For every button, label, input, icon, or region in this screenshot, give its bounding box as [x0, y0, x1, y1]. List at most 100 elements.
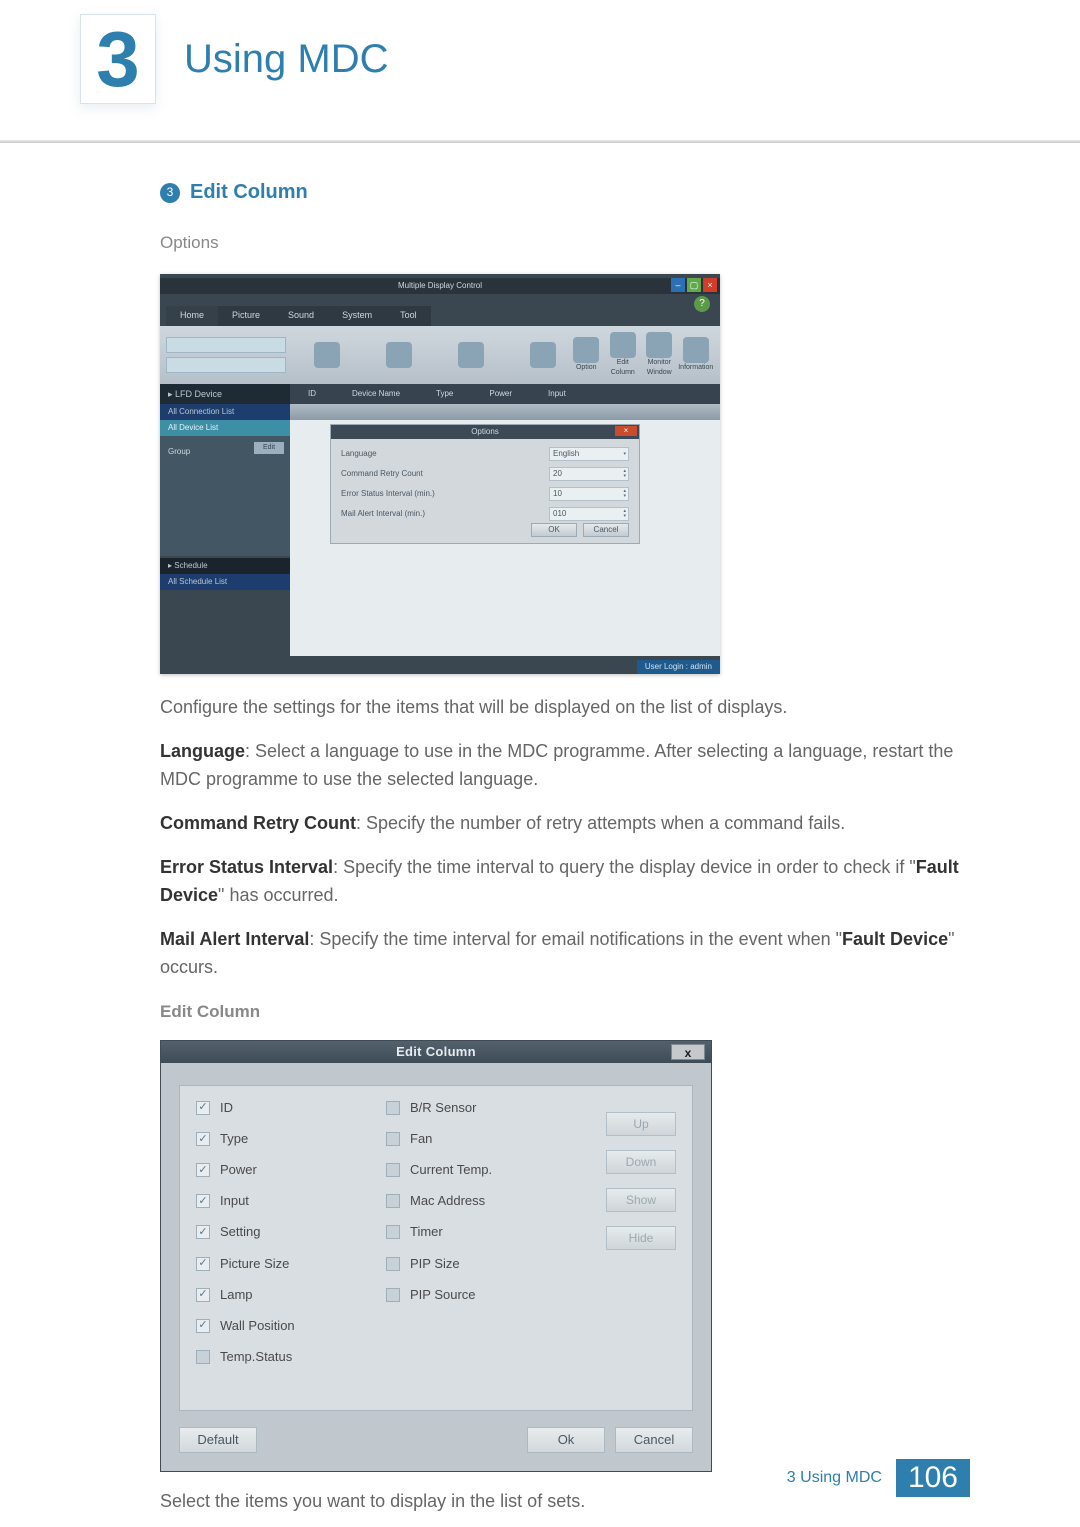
- app-window-title: Multiple Display Control: [160, 278, 720, 294]
- checkbox-icon[interactable]: ✓: [196, 1319, 210, 1333]
- maximize-button[interactable]: ▢: [687, 278, 701, 292]
- option-field-retry[interactable]: 20▴▾: [549, 467, 629, 481]
- help-icon[interactable]: ?: [694, 296, 710, 312]
- toolbar-icon-info[interactable]: [683, 337, 709, 363]
- checkbox-row[interactable]: ✓ Picture Size: [196, 1254, 386, 1274]
- checkbox-icon[interactable]: [386, 1132, 400, 1146]
- option-label-mail-interval: Mail Alert Interval (min.): [341, 508, 425, 520]
- checkbox-row[interactable]: Mac Address: [386, 1191, 576, 1211]
- edit-column-close-button[interactable]: x: [671, 1044, 705, 1060]
- checkbox-row[interactable]: B/R Sensor: [386, 1098, 576, 1118]
- toolbar-icon-1[interactable]: [314, 342, 340, 368]
- app-footer-login: User Login : admin: [637, 660, 720, 674]
- window-controls: – ▢ ×: [671, 278, 717, 292]
- toolbar-label-edit-column: Edit Column: [605, 358, 642, 380]
- toolbar-icons: [302, 342, 568, 368]
- sidebar-header-schedule[interactable]: ▸ Schedule: [160, 558, 290, 574]
- hide-button[interactable]: Hide: [606, 1226, 676, 1250]
- checkbox-icon[interactable]: [386, 1225, 400, 1239]
- section-title: Edit Column: [190, 177, 308, 208]
- checkbox-row[interactable]: PIP Size: [386, 1254, 576, 1274]
- option-value-error-interval: 10: [553, 488, 562, 500]
- sidebar-header-lfd[interactable]: ▸ LFD Device: [160, 384, 290, 404]
- checkbox-icon[interactable]: [386, 1163, 400, 1177]
- toolbar-icon-3[interactable]: [458, 342, 484, 368]
- checkbox-label: Timer: [410, 1222, 443, 1242]
- up-button[interactable]: Up: [606, 1112, 676, 1136]
- option-row-language: Language English▾: [341, 447, 629, 461]
- toolbar-icon-option[interactable]: [573, 337, 599, 363]
- options-dialog-close-button[interactable]: ×: [615, 426, 637, 436]
- menu-picture[interactable]: Picture: [218, 306, 274, 326]
- mid-tab-1[interactable]: [290, 404, 505, 420]
- option-field-mail-interval[interactable]: 010▴▾: [549, 507, 629, 521]
- ok-button[interactable]: Ok: [527, 1427, 605, 1453]
- checkbox-icon[interactable]: ✓: [196, 1101, 210, 1115]
- chapter-header: 3 Using MDC: [0, 0, 1080, 104]
- checkbox-icon[interactable]: [386, 1194, 400, 1208]
- checkbox-icon[interactable]: ✓: [196, 1257, 210, 1271]
- toolbar-select-top[interactable]: [166, 337, 286, 353]
- minimize-button[interactable]: –: [671, 278, 685, 292]
- down-button[interactable]: Down: [606, 1150, 676, 1174]
- checkbox-icon[interactable]: ✓: [196, 1225, 210, 1239]
- sidebar-item-all-connection[interactable]: All Connection List: [160, 404, 290, 420]
- options-cancel-button[interactable]: Cancel: [583, 523, 629, 537]
- checkbox-label: Picture Size: [220, 1254, 289, 1274]
- checkbox-row[interactable]: ✓Wall Position: [196, 1316, 386, 1336]
- mid-tab-2[interactable]: [505, 404, 720, 420]
- checkbox-label: Type: [220, 1129, 248, 1149]
- checkbox-label: PIP Source: [410, 1285, 476, 1305]
- checkbox-icon[interactable]: [386, 1288, 400, 1302]
- checkbox-label: Current Temp.: [410, 1160, 492, 1180]
- checkbox-row[interactable]: ✓ID: [196, 1098, 386, 1118]
- para-intro: Configure the settings for the items tha…: [160, 694, 974, 722]
- menu-system[interactable]: System: [328, 306, 386, 326]
- option-field-error-interval[interactable]: 10▴▾: [549, 487, 629, 501]
- th-type: Type: [418, 388, 471, 400]
- th-input: Input: [530, 388, 584, 400]
- checkbox-row[interactable]: Current Temp.: [386, 1160, 576, 1180]
- checkbox-row[interactable]: PIP Source: [386, 1285, 576, 1305]
- checkbox-icon[interactable]: ✓: [196, 1163, 210, 1177]
- page-footer: 3 Using MDC 106: [787, 1459, 970, 1497]
- option-value-language: English: [553, 448, 579, 460]
- checkbox-row[interactable]: Fan: [386, 1129, 576, 1149]
- menu-sound[interactable]: Sound: [274, 306, 328, 326]
- checkbox-row[interactable]: ✓Setting: [196, 1222, 386, 1242]
- toolbar-select-bottom[interactable]: [166, 357, 286, 373]
- checkbox-row[interactable]: ✓ Lamp: [196, 1285, 386, 1305]
- checkbox-row[interactable]: ✓ Type: [196, 1129, 386, 1149]
- option-value-retry: 20: [553, 468, 562, 480]
- toolbar-icon-2[interactable]: [386, 342, 412, 368]
- sidebar-group-edit-button[interactable]: Edit: [254, 442, 284, 454]
- menu-home[interactable]: Home: [166, 306, 218, 326]
- para-retry: Command Retry Count: Specify the number …: [160, 810, 974, 838]
- text-error-2: " has occurred.: [218, 885, 338, 905]
- sidebar-item-all-device[interactable]: All Device List: [160, 420, 290, 436]
- sidebar-item-all-schedule[interactable]: All Schedule List: [160, 574, 290, 590]
- checkbox-row[interactable]: Temp.Status: [196, 1347, 386, 1367]
- menu-tool[interactable]: Tool: [386, 306, 431, 326]
- checkbox-label: Lamp: [220, 1285, 253, 1305]
- checkbox-icon[interactable]: ✓: [196, 1288, 210, 1302]
- toolbar-icon-edit-column[interactable]: [610, 332, 636, 358]
- default-button[interactable]: Default: [179, 1427, 257, 1453]
- checkbox-row[interactable]: ✓Power: [196, 1160, 386, 1180]
- cancel-button[interactable]: Cancel: [615, 1427, 693, 1453]
- toolbar-icon-monitor[interactable]: [646, 332, 672, 358]
- options-ok-button[interactable]: OK: [531, 523, 577, 537]
- checkbox-icon[interactable]: [386, 1257, 400, 1271]
- show-button[interactable]: Show: [606, 1188, 676, 1212]
- checkbox-row[interactable]: ✓Input: [196, 1191, 386, 1211]
- option-field-language[interactable]: English▾: [549, 447, 629, 461]
- checkbox-icon[interactable]: ✓: [196, 1132, 210, 1146]
- close-button[interactable]: ×: [703, 278, 717, 292]
- checkbox-icon[interactable]: ✓: [196, 1194, 210, 1208]
- toolbar-icon-4[interactable]: [530, 342, 556, 368]
- checkbox-icon[interactable]: [386, 1101, 400, 1115]
- checkbox-icon[interactable]: [196, 1350, 210, 1364]
- options-dialog-title: Options ×: [331, 425, 639, 439]
- option-row-retry: Command Retry Count 20▴▾: [341, 467, 629, 481]
- checkbox-row[interactable]: Timer: [386, 1222, 576, 1242]
